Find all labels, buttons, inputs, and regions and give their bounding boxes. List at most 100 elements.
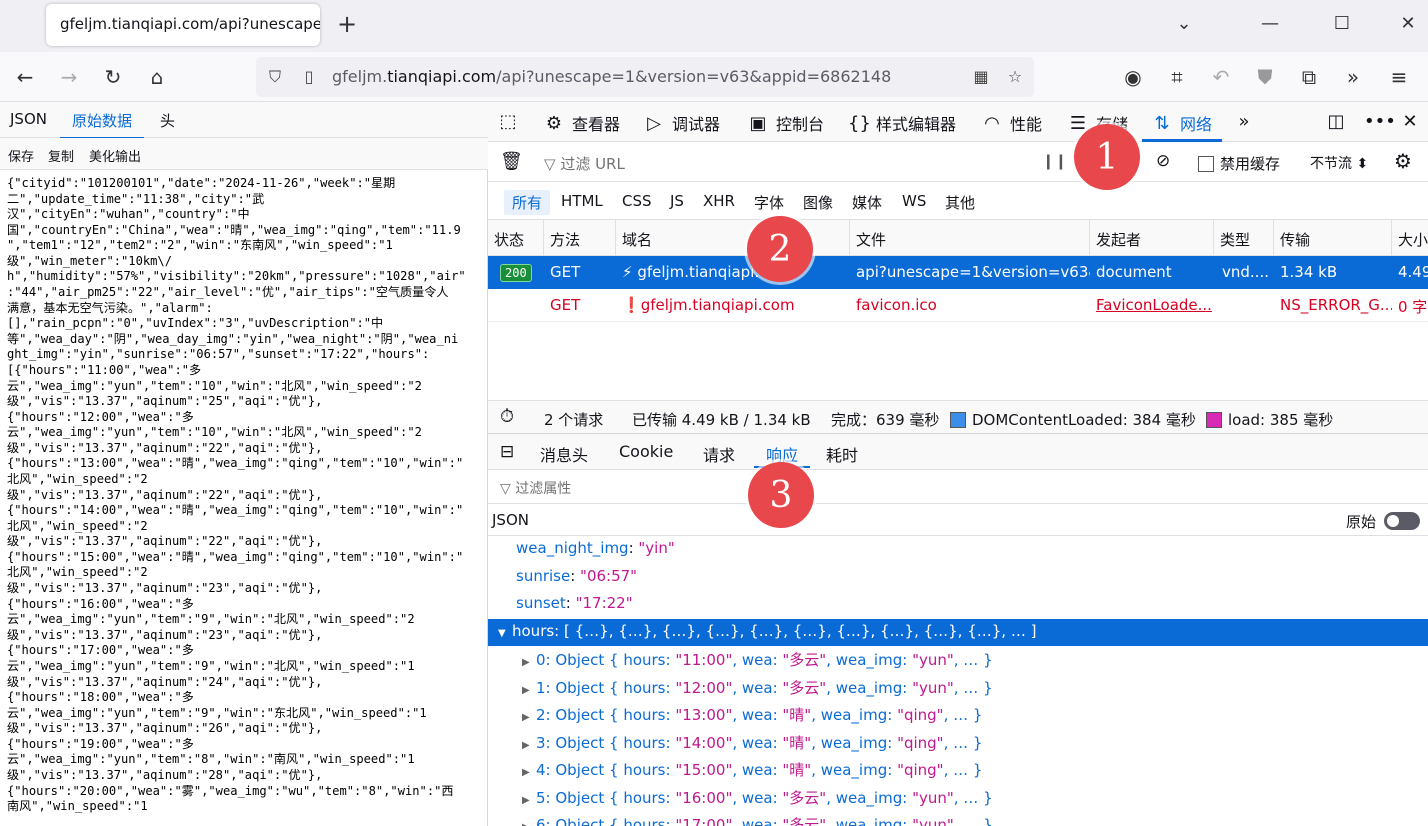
maximize-icon[interactable]: ☐ [1330, 12, 1354, 36]
json-value: "06:57" [580, 566, 638, 585]
json-tree-hours-item[interactable]: ▶ 2: Object { hours: "13:00", wea: "晴", w… [488, 701, 1428, 728]
tab-timings[interactable]: 耗时 [826, 442, 858, 466]
col-initiator[interactable]: 发起者 [1090, 220, 1214, 255]
dock-icon[interactable]: ◫ [1326, 111, 1346, 132]
json-tree-item[interactable]: sunset: "17:22" [488, 591, 1428, 618]
trash-icon[interactable]: 🗑 [500, 151, 523, 172]
json-tree-hours-item[interactable]: ▶6: Object { hours: "17:00", wea: "多云", … [488, 811, 1428, 826]
type-other[interactable]: 其他 [945, 192, 975, 213]
col-type[interactable]: 类型 [1214, 220, 1274, 255]
type-ws[interactable]: WS [902, 192, 926, 210]
menu-icon[interactable]: ≡ [1386, 64, 1412, 90]
back-icon[interactable]: ← [12, 64, 38, 90]
expand-icon[interactable]: ▶ [522, 767, 536, 778]
type-xhr[interactable]: XHR [703, 192, 735, 210]
block-icon[interactable]: ⊘ [1156, 151, 1170, 171]
tab-request[interactable]: 请求 [703, 442, 735, 466]
json-tree-hours-item[interactable]: ▶ 0: Object { hours: "11:00", wea: "多云", … [488, 646, 1428, 673]
tab-raw-data[interactable]: 原始数据 [60, 110, 145, 139]
tab-headers[interactable]: 消息头 [540, 442, 588, 466]
json-tree-hours-item[interactable]: ▶ 1: Object { hours: "12:00", wea: "多云", … [488, 674, 1428, 701]
raw-toggle[interactable] [1384, 512, 1420, 530]
shield-icon[interactable]: ⛉ [264, 66, 286, 88]
json-tree-item[interactable]: sunrise: "06:57" [488, 564, 1428, 591]
tab-inspector[interactable]: ⚙ 查看器 [544, 111, 620, 135]
overflow-chevron-icon[interactable]: » [1340, 64, 1366, 90]
col-status[interactable]: 状态 [488, 220, 544, 255]
disable-cache-checkbox[interactable]: 禁用缓存 [1198, 153, 1280, 174]
request-row[interactable]: GET ❗gfeljm.tianqiapi.com favicon.ico Fa… [488, 289, 1428, 322]
tab-console[interactable]: ▣ 控制台 [748, 111, 824, 135]
undo-icon[interactable]: ↶ [1208, 64, 1234, 90]
tab-json[interactable]: JSON [10, 110, 47, 128]
new-tab-icon[interactable]: + [334, 12, 360, 38]
throttle-select[interactable]: 不节流 ⬍ [1310, 153, 1368, 173]
extensions-icon[interactable]: ⧉ [1296, 64, 1322, 90]
tab-network[interactable]: ⇅ 网络 [1152, 111, 1212, 135]
raw-json-line: 级","vis":"13.37","aqinum":"23","aqi":"优"… [7, 581, 323, 596]
type-image[interactable]: 图像 [803, 192, 833, 213]
tab-performance[interactable]: ◠ 性能 [982, 111, 1042, 135]
tab-debugger[interactable]: ▷ 调试器 [644, 111, 720, 135]
more-tools-icon[interactable]: » [1234, 111, 1254, 132]
pretty-print-button[interactable]: 美化输出 [89, 146, 141, 165]
browser-tab[interactable]: gfeljm.tianqiapi.com/api?unescape=1& [46, 4, 320, 46]
json-tree-hours-item[interactable]: ▶ 4: Object { hours: "15:00", wea: "晴", w… [488, 756, 1428, 783]
debugger-icon: ▷ [647, 112, 661, 134]
json-tree-hours-item[interactable]: ▶ 5: Object { hours: "16:00", wea: "多云", … [488, 784, 1428, 811]
col-transfer[interactable]: 传输 [1274, 220, 1392, 255]
url-text[interactable]: gfeljm.tianqiapi.com/api?unescape=1&vers… [332, 67, 892, 86]
filter-url-input[interactable]: ▽ 过滤 URL [544, 153, 625, 174]
col-method[interactable]: 方法 [544, 220, 616, 255]
type-html[interactable]: HTML [561, 192, 603, 210]
shield-extension-icon[interactable]: ⛊ [1252, 64, 1278, 90]
initiator-link[interactable]: FaviconLoade... [1090, 289, 1214, 322]
crop-icon[interactable]: ⌗ [1164, 64, 1190, 90]
settings-gear-icon[interactable]: ⚙ [1394, 149, 1412, 173]
tab-cookie[interactable]: Cookie [619, 442, 673, 461]
request-row[interactable]: 200 GET ⚡ gfeljm.tianqiapi. api?unescape… [488, 256, 1428, 289]
expand-icon[interactable]: ▶ [522, 685, 536, 696]
tracking-icon: ⚡ [622, 263, 638, 281]
expand-icon[interactable]: ▶ [522, 657, 536, 668]
close-devtools-icon[interactable]: ✕ [1400, 111, 1420, 132]
close-window-icon[interactable]: ✕ [1396, 12, 1420, 36]
type-css[interactable]: CSS [622, 192, 652, 210]
size-cell: 4.49 [1398, 263, 1428, 281]
expand-icon[interactable]: ▶ [522, 795, 536, 806]
forward-icon[interactable]: → [56, 64, 82, 90]
element-picker-icon[interactable]: ⬚ [498, 111, 518, 132]
type-font[interactable]: 字体 [754, 192, 784, 213]
copy-button[interactable]: 复制 [48, 146, 74, 165]
url-bar[interactable]: ⛉ ▯ gfeljm.tianqiapi.com/api?unescape=1&… [256, 57, 1034, 97]
qr-code-icon[interactable]: ▦ [970, 66, 992, 88]
expand-icon[interactable]: ▶ [522, 822, 536, 826]
tab-style-editor[interactable]: {} 样式编辑器 [848, 111, 956, 135]
json-tree-hours-item[interactable]: ▶ 3: Object { hours: "14:00", wea: "晴", w… [488, 729, 1428, 756]
account-icon[interactable]: ◉ [1120, 64, 1146, 90]
col-size[interactable]: 大小 [1392, 220, 1428, 255]
more-options-icon[interactable]: ••• [1364, 111, 1396, 132]
col-file[interactable]: 文件 [850, 220, 1090, 255]
type-js[interactable]: JS [670, 192, 684, 210]
type-media[interactable]: 媒体 [852, 192, 882, 213]
filter-properties-input[interactable]: ▽ 过滤属性 [488, 470, 1428, 504]
tab-list-icon[interactable]: ⌄ [1172, 12, 1196, 36]
pause-icon[interactable]: ❙❙ [1042, 152, 1067, 170]
minimize-icon[interactable]: — [1258, 12, 1282, 36]
type-all[interactable]: 所有 [504, 190, 551, 215]
tab-headers[interactable]: 头 [160, 110, 175, 131]
toggle-sidebar-icon[interactable]: ⊟ [500, 442, 514, 462]
reload-icon[interactable]: ↻ [100, 64, 126, 90]
json-tree-item[interactable]: wea_night_img: "yin" [488, 536, 1428, 563]
expand-icon[interactable]: ▶ [522, 740, 536, 751]
col-domain[interactable]: 域名 [616, 220, 850, 255]
bookmark-star-icon[interactable]: ☆ [1004, 66, 1026, 88]
expand-icon[interactable]: ▶ [522, 712, 536, 723]
domain-cell: ⚡ gfeljm.tianqiapi. [622, 263, 760, 281]
domain-cell: ❗gfeljm.tianqiapi.com [622, 296, 795, 314]
save-button[interactable]: 保存 [8, 146, 34, 165]
json-tree-hours-node[interactable]: ▼ hours: [ {…}, {…}, {…}, {…}, {…}, {…}, … [488, 618, 1428, 646]
collapse-icon[interactable]: ▼ [498, 628, 512, 639]
home-icon[interactable]: ⌂ [144, 64, 170, 90]
